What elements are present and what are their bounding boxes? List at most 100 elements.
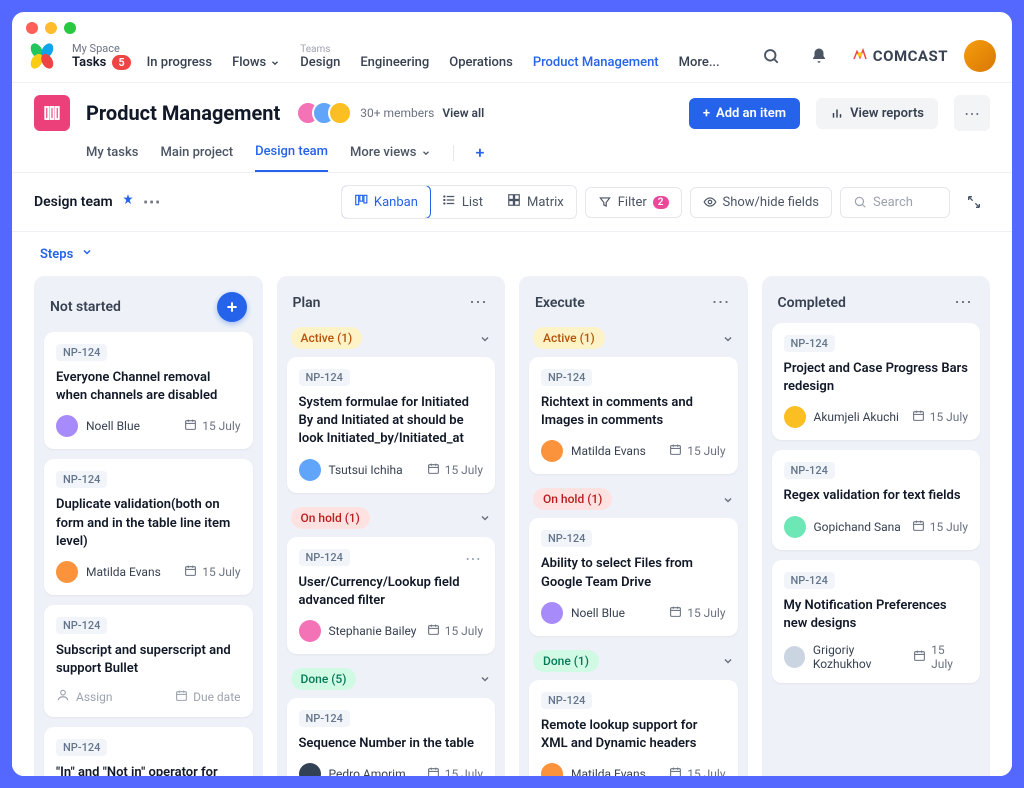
calendar-icon (427, 766, 440, 776)
card-due-date[interactable]: 15 July (669, 766, 725, 776)
card-due-date[interactable]: 15 July (427, 766, 483, 776)
status-group-toggle[interactable]: Done (5) (287, 664, 496, 698)
card-due-date[interactable]: 15 July (427, 462, 483, 478)
myspace-label: My Space (72, 42, 131, 55)
kanban-card[interactable]: NP-124Duplicate validation(both on form … (44, 459, 253, 595)
kanban-card[interactable]: NP-124Ability to select Files from Googl… (529, 518, 738, 635)
kanban-card[interactable]: NP-124Project and Case Progress Bars red… (772, 323, 981, 440)
top-nav-engineering[interactable]: Engineering (360, 44, 429, 70)
show-hide-fields-button[interactable]: Show/hide fields (690, 187, 833, 218)
card-more-menu[interactable]: ⋯ (465, 549, 483, 568)
chevron-down-icon (81, 246, 93, 262)
view-all-members-link[interactable]: View all (442, 106, 484, 120)
top-nav-more-[interactable]: More... (679, 44, 720, 70)
column-more-menu[interactable]: ⋯ (712, 292, 732, 313)
status-group-toggle[interactable]: Active (1) (529, 323, 738, 357)
column-execute: Execute⋯Active (1)NP-124Richtext in comm… (519, 276, 748, 776)
card-title: User/Currency/Lookup field advanced filt… (299, 574, 484, 610)
kanban-card[interactable]: NP-124System formulae for Initiated By a… (287, 357, 496, 493)
card-due-date[interactable]: 15 July (669, 605, 725, 621)
kanban-card[interactable]: NP-124"In" and "Not in" operator for fil… (44, 727, 253, 776)
tab-my-tasks[interactable]: My tasks (86, 143, 138, 172)
card-due-date[interactable]: 15 July (184, 564, 240, 580)
view-option-matrix[interactable]: Matrix (495, 186, 576, 218)
minimize-window-icon[interactable] (45, 22, 57, 34)
status-group-toggle[interactable]: Done (1) (529, 646, 738, 680)
status-group-toggle[interactable]: On hold (1) (529, 484, 738, 518)
add-item-button[interactable]: + Add an item (689, 98, 800, 129)
notifications-icon[interactable] (803, 40, 835, 72)
eye-icon (703, 195, 717, 209)
card-assignee[interactable]: Noell Blue (56, 415, 140, 437)
card-id-tag: NP-124 (56, 617, 107, 634)
card-due-date[interactable]: 15 July (669, 443, 725, 459)
space-icon (34, 95, 70, 131)
kanban-card[interactable]: NP-124Subscript and superscript and supp… (44, 605, 253, 717)
card-due-date[interactable]: 15 July (184, 418, 240, 434)
kanban-card[interactable]: NP-124My Notification Preferences new de… (772, 560, 981, 683)
view-reports-button[interactable]: View reports (816, 98, 938, 129)
pin-icon[interactable] (121, 193, 135, 211)
view-option-kanban[interactable]: Kanban (341, 185, 431, 219)
search-input[interactable]: Search (840, 187, 950, 218)
card-assignee[interactable]: Gopichand Sana (784, 516, 901, 538)
user-avatar[interactable] (964, 40, 996, 72)
column-more-menu[interactable]: ⋯ (469, 292, 489, 313)
space-more-menu[interactable]: ⋯ (954, 95, 990, 131)
view-option-list[interactable]: List (430, 186, 495, 218)
card-assignee[interactable]: Akumjeli Akuchi (784, 406, 899, 428)
top-nav-in-progress[interactable]: In progress (147, 42, 212, 70)
card-id-tag: NP-124 (56, 471, 107, 488)
add-view-button[interactable]: + (476, 143, 485, 172)
calendar-icon (669, 766, 682, 776)
card-assignee[interactable]: Pedro Amorim (299, 763, 406, 776)
card-assignee[interactable]: Matilda Evans (541, 440, 646, 462)
avatar-stack[interactable] (296, 101, 352, 125)
search-icon[interactable] (755, 40, 787, 72)
card-assignee[interactable]: Matilda Evans (541, 763, 646, 776)
top-nav-product-management[interactable]: Product Management (533, 44, 659, 70)
due-date-button[interactable]: Due date (175, 689, 240, 705)
card-assignee[interactable]: Tsutsui Ichiha (299, 459, 403, 481)
card-due-date[interactable]: 15 July (427, 623, 483, 639)
view-more-menu[interactable]: ⋯ (143, 192, 163, 213)
workspace-switcher[interactable]: My Space Tasks 5 (72, 42, 131, 70)
tab-design-team[interactable]: Design team (255, 143, 328, 172)
kanban-card[interactable]: NP-124Richtext in comments and Images in… (529, 357, 738, 474)
assign-button[interactable]: Assign (56, 688, 113, 705)
matrix-icon (507, 193, 521, 211)
kanban-card[interactable]: NP-124Everyone Channel removal when chan… (44, 332, 253, 449)
card-assignee[interactable]: Stephanie Bailey (299, 620, 417, 642)
card-assignee[interactable]: Noell Blue (541, 602, 625, 624)
brand-logo: COMCAST (851, 47, 948, 65)
kanban-card[interactable]: NP-124Regex validation for text fieldsGo… (772, 450, 981, 549)
column-more-menu[interactable]: ⋯ (954, 292, 974, 313)
tasks-count-badge: 5 (112, 55, 130, 70)
filter-button[interactable]: Filter 2 (585, 187, 682, 218)
kanban-card[interactable]: NP-124Sequence Number in the tablePedro … (287, 698, 496, 776)
space-title: Product Management (86, 101, 280, 125)
tab-more-views[interactable]: More views (350, 143, 430, 172)
maximize-window-icon[interactable] (64, 22, 76, 34)
add-card-button[interactable] (217, 292, 247, 322)
card-due-date[interactable]: 15 July (912, 519, 968, 535)
card-assignee[interactable]: Matilda Evans (56, 561, 161, 583)
status-group-toggle[interactable]: On hold (1) (287, 503, 496, 537)
top-nav-flows[interactable]: Flows (232, 42, 280, 70)
view-tabs: My tasks Main project Design team More view… (34, 131, 990, 172)
expand-icon[interactable] (958, 186, 990, 218)
status-pill: Active (1) (533, 327, 605, 349)
tab-main-project[interactable]: Main project (160, 143, 233, 172)
top-nav-operations[interactable]: Operations (449, 44, 513, 70)
card-due-date[interactable]: 15 July (912, 409, 968, 425)
card-id-tag: NP-124 (56, 344, 107, 361)
kanban-card[interactable]: NP-124⋯User/Currency/Lookup field advanc… (287, 537, 496, 654)
steps-dropdown[interactable]: Steps (34, 232, 990, 276)
card-assignee[interactable]: Grigoriy Kozhukhov (784, 643, 914, 671)
top-nav-design[interactable]: TeamsDesign (300, 44, 340, 70)
status-group-toggle[interactable]: Active (1) (287, 323, 496, 357)
kanban-card[interactable]: NP-124Remote lookup support for XML and … (529, 680, 738, 776)
app-logo-icon[interactable] (28, 42, 56, 70)
card-due-date[interactable]: 15 July (913, 643, 968, 671)
close-window-icon[interactable] (26, 22, 38, 34)
